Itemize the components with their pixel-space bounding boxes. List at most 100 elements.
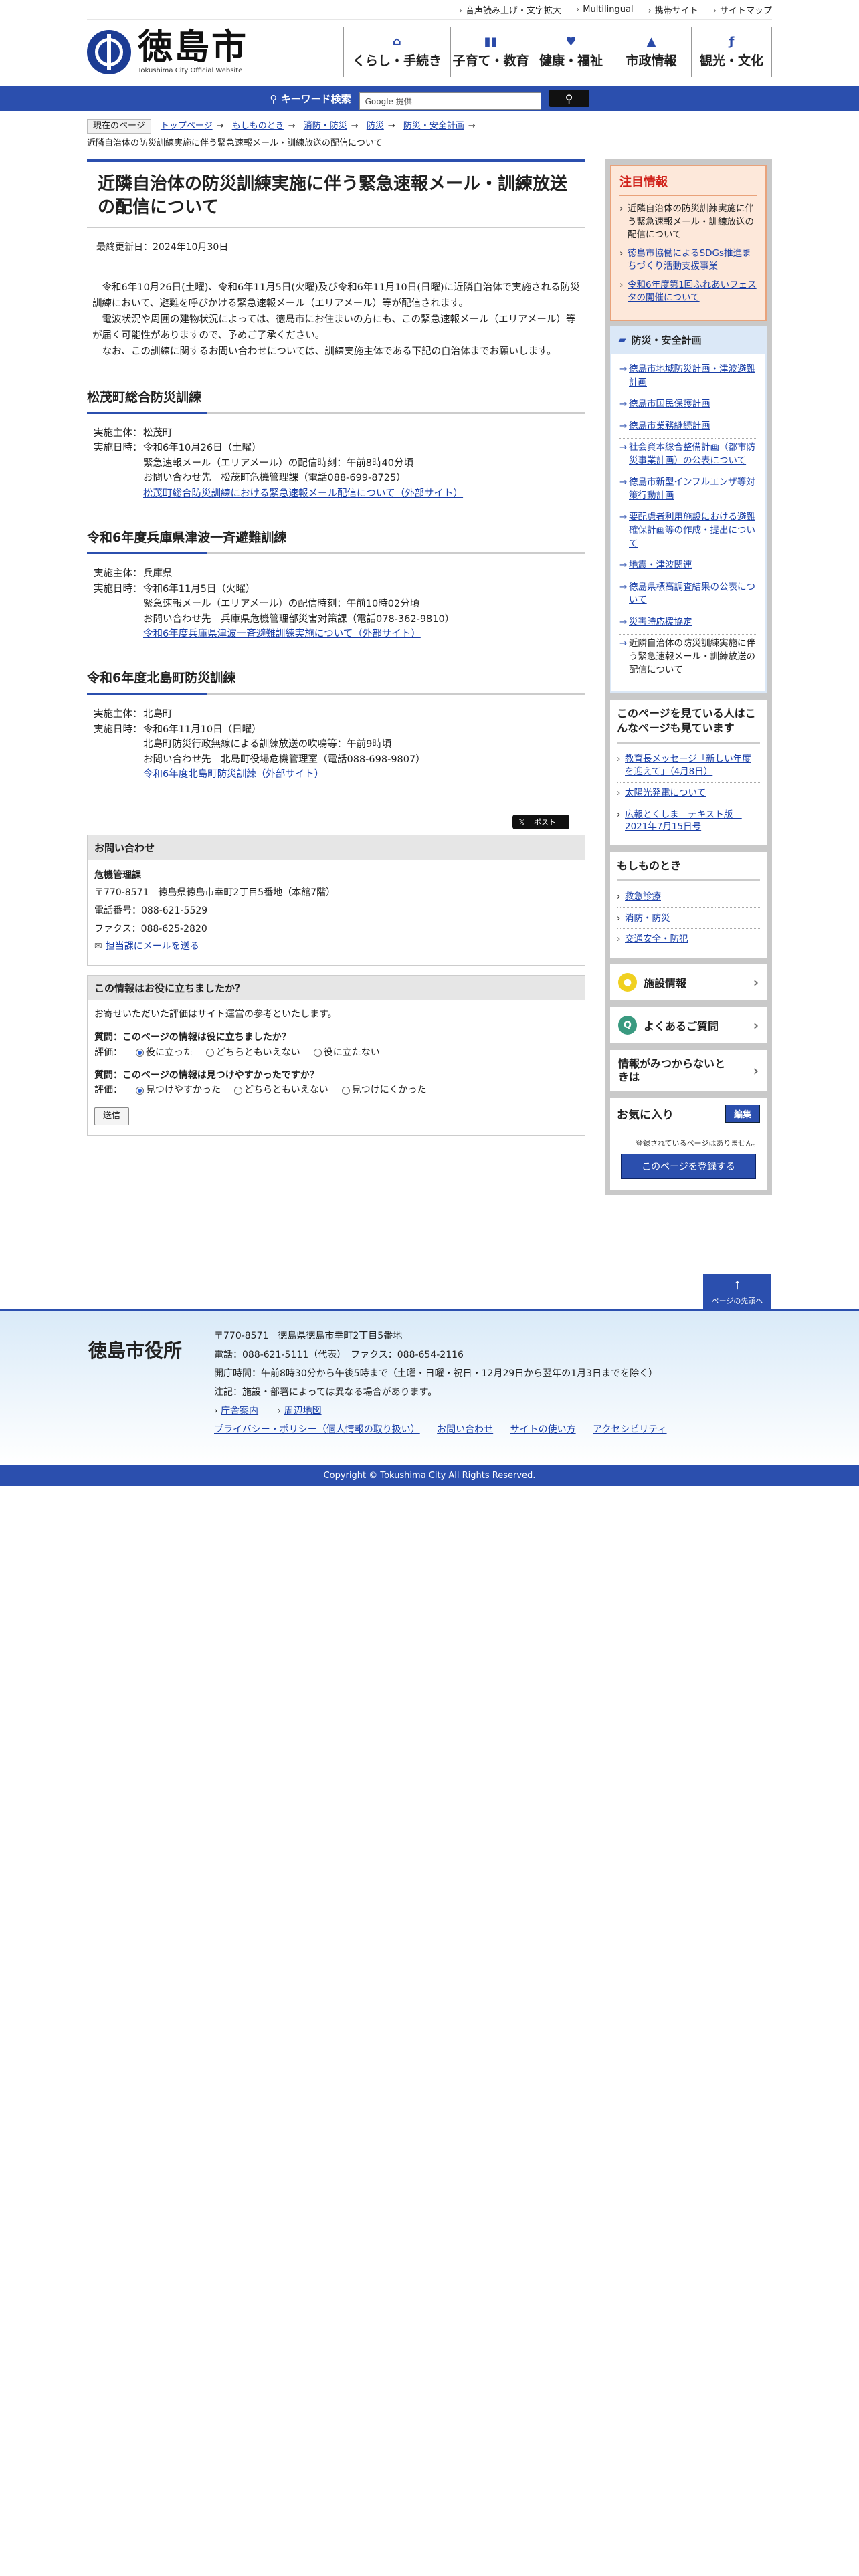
footer-link-map[interactable]: 周辺地図 xyxy=(284,1406,322,1416)
lead-paragraph: なお、この訓練に関するお問い合わせについては、訓練実施主体である下記の自治体まで… xyxy=(102,346,557,357)
last-updated: 最終更新日：2024年10月30日 xyxy=(96,242,229,253)
q2-option-easy[interactable]: 見つけやすかった xyxy=(136,1083,221,1097)
survey-title: この情報はお役に立ちましたか？ xyxy=(88,975,585,1000)
emergency-box: もしものとき 救急診療 消防・防災 交通安全・防犯 xyxy=(610,852,767,958)
link-mobile-site[interactable]: 携帯サイト xyxy=(648,3,698,16)
link-sitemap[interactable]: サイトマップ xyxy=(713,3,772,16)
category-item[interactable]: 徳島市地域防災計画・津波避難計画 xyxy=(629,364,755,388)
search-input[interactable]: Google 提供 xyxy=(359,92,541,110)
also-viewed-item[interactable]: 広報とくしま テキスト版 2021年7月15日号 xyxy=(625,809,742,833)
page-title: 近隣自治体の防災訓練実施に伴う緊急速報メール・訓練放送の配信について xyxy=(87,159,585,229)
site-footer: 徳島市役所 〒770-8571 徳島県徳島市幸町2丁目5番地 電話：088-62… xyxy=(0,1309,859,1465)
drill-host: 松茂町 xyxy=(143,427,173,439)
q2-option-neutral[interactable]: どちらともいえない xyxy=(234,1083,328,1097)
not-found-button[interactable]: 情報がみつからないときは xyxy=(610,1050,767,1092)
q1-option-useful[interactable]: 役に立った xyxy=(136,1045,193,1060)
site-logo[interactable]: 徳島市 Tokushima City Official Website xyxy=(87,30,268,74)
radio-selected[interactable] xyxy=(136,1086,144,1095)
breadcrumb-disaster[interactable]: 防災 xyxy=(367,121,395,131)
footer-note: 注記：施設・部署によっては異なる場合があります。 xyxy=(214,1387,438,1398)
gnav-health[interactable]: ♥ 健康・福祉 xyxy=(531,27,611,77)
global-nav: ⌂ くらし・手続き ▮▮ 子育て・教育 ♥ 健康・福祉 ▲ 市政情報 ƒ 観光・文化 xyxy=(343,27,772,77)
map-icon: ▰ xyxy=(618,334,626,346)
gnav-childcare[interactable]: ▮▮ 子育て・教育 xyxy=(451,27,531,77)
category-item[interactable]: 地震・津波関連 xyxy=(629,560,692,570)
x-post-button[interactable]: 𝕏 ポスト xyxy=(512,814,569,829)
breadcrumb-current: 近隣自治体の防災訓練実施に伴う緊急速報メール・訓練放送の配信について xyxy=(87,138,383,148)
house-icon: ⌂ xyxy=(393,34,401,49)
link-multilingual[interactable]: Multilingual xyxy=(576,5,633,15)
breadcrumb: 現在のページ トップページ もしものとき 消防・防災 防災 防災・安全計画 近隣… xyxy=(87,118,772,152)
faq-icon: Q xyxy=(618,1016,637,1035)
logo-subtitle: Tokushima City Official Website xyxy=(138,67,243,74)
gnav-tourism[interactable]: ƒ 観光・文化 xyxy=(692,27,772,77)
q1-option-neutral[interactable]: どちらともいえない xyxy=(206,1045,300,1060)
drill-date: 令和6年11月5日（火曜） xyxy=(143,583,256,595)
utility-links: 音声読み上げ・文字拡大 Multilingual 携帯サイト サイトマップ xyxy=(87,0,772,20)
survey-box: この情報はお役に立ちましたか？ お寄せいただいた評価はサイト運営の参考といたしま… xyxy=(87,974,585,1136)
category-item[interactable]: 要配慮者利用施設における避難確保計画等の作成・提出について xyxy=(629,512,755,548)
gnav-living[interactable]: ⌂ くらし・手続き xyxy=(344,27,451,77)
category-item[interactable]: 徳島市業務継続計画 xyxy=(629,421,710,431)
footer-link-howto[interactable]: サイトの使い方 xyxy=(510,1424,576,1435)
search-button[interactable]: ⚲ xyxy=(549,90,589,107)
link-accessibility-tools[interactable]: 音声読み上げ・文字拡大 xyxy=(459,3,561,16)
footer-link-accessibility[interactable]: アクセシビリティ xyxy=(593,1424,666,1435)
breadcrumb-fire-disaster[interactable]: 消防・防災 xyxy=(304,121,359,131)
drill-info: 緊急速報メール（エリアメール）の配信時刻：午前8時40分頃 xyxy=(143,457,413,469)
breadcrumb-top[interactable]: トップページ xyxy=(161,121,224,131)
also-viewed-box: このページを見ている人はこんなページも見ています 教育長メッセージ「新しい年度を… xyxy=(610,700,767,846)
breadcrumb-safety-plan[interactable]: 防災・安全計画 xyxy=(403,121,476,131)
radio[interactable] xyxy=(206,1048,214,1057)
q1-option-not-useful[interactable]: 役に立たない xyxy=(313,1045,380,1060)
emergency-title: もしものとき xyxy=(617,859,760,881)
site-header: 徳島市 Tokushima City Official Website ⌂ くらし… xyxy=(87,20,772,84)
footer-link-privacy[interactable]: プライバシー・ポリシー（個人情報の取り扱い） xyxy=(214,1424,420,1435)
favorites-register-button[interactable]: このページを登録する xyxy=(621,1154,756,1180)
section-heading-kitajima: 令和6年度北島町防災訓練 xyxy=(87,664,585,695)
favorites-edit-button[interactable]: 編集 xyxy=(725,1105,760,1123)
radio[interactable] xyxy=(341,1086,350,1095)
tourism-icon: ƒ xyxy=(729,34,735,49)
back-to-top-button[interactable]: ⭡ ページの先頭へ xyxy=(703,1274,771,1310)
radio[interactable] xyxy=(234,1086,242,1095)
contact-mail-link[interactable]: 担当課にメールを送る xyxy=(94,941,199,952)
gnav-municipal[interactable]: ▲ 市政情報 xyxy=(611,27,692,77)
faq-button[interactable]: Q よくあるご質問 xyxy=(610,1007,767,1044)
radio[interactable] xyxy=(313,1048,322,1057)
also-viewed-title: このページを見ている人はこんなページも見ています xyxy=(617,706,760,744)
survey-submit-button[interactable]: 送信 xyxy=(94,1107,130,1125)
drill-external-link[interactable]: 松茂町総合防災訓練における緊急速報メール配信について（外部サイト） xyxy=(143,488,463,499)
category-item[interactable]: 徳島県標高調査結果の公表について xyxy=(629,582,755,606)
emergency-item[interactable]: 交通安全・防犯 xyxy=(625,934,688,944)
category-item[interactable]: 徳島市国民保護計画 xyxy=(629,399,710,409)
footer-link-contact[interactable]: お問い合わせ xyxy=(437,1424,493,1435)
notice-item-current: 近隣自治体の防災訓練実施に伴う緊急速報メール・訓練放送の配信について xyxy=(619,203,757,242)
section-heading-matsushige: 松茂町総合防災訓練 xyxy=(87,383,585,414)
category-nav: ▰ 防災・安全計画 徳島市地域防災計画・津波避難計画 徳島市国民保護計画 徳島市業… xyxy=(610,326,767,693)
survey-question-1: 質問：このページの情報は役に立ちましたか？ xyxy=(94,1032,291,1043)
also-viewed-item[interactable]: 太陽光発電について xyxy=(625,788,706,798)
heart-icon: ♥ xyxy=(565,34,577,49)
category-item[interactable]: 災害時応援協定 xyxy=(629,617,692,627)
footer-link-office-guide[interactable]: 庁舎案内 xyxy=(221,1406,258,1416)
q2-option-hard[interactable]: 見つけにくかった xyxy=(341,1083,426,1097)
facility-button[interactable]: ● 施設情報 xyxy=(610,964,767,1001)
search-icon: ⚲ xyxy=(565,92,573,105)
notice-item-festa[interactable]: 令和6年度第1回ふれあいフェスタの開催について xyxy=(628,280,757,304)
drill-external-link[interactable]: 令和6年度兵庫県津波一斉避難訓練実施について（外部サイト） xyxy=(143,629,421,639)
drill-detail: 実施主体： 北島町 実施日時： 令和6年11月10日（日曜） 北島町防災行政無線によ… xyxy=(94,707,579,782)
footer-hours: 開庁時間：午前8時30分から午後5時まで（土曜・日曜・祝日・12月29日から翌年… xyxy=(214,1368,658,1379)
category-item[interactable]: 徳島市新型インフルエンザ等対策行動計画 xyxy=(629,477,755,501)
drill-external-link[interactable]: 令和6年度北島町防災訓練（外部サイト） xyxy=(143,769,324,780)
radio-selected[interactable] xyxy=(136,1048,144,1057)
notice-item-sdgs[interactable]: 徳島市協働によるSDGs推進まちづくり活動支援事業 xyxy=(628,248,751,272)
contact-address: 〒770-8571 徳島県徳島市幸町2丁目5番地（本館7階） xyxy=(94,887,336,899)
category-item[interactable]: 社会資本総合整備計画（都市防災事業計画）の公表について xyxy=(629,442,755,466)
contact-tel: 電話番号：088-621-5529 xyxy=(94,905,208,917)
also-viewed-item[interactable]: 教育長メッセージ「新しい年度を迎えて」（4月8日） xyxy=(625,754,751,777)
emergency-item[interactable]: 救急診療 xyxy=(625,891,661,902)
emergency-item[interactable]: 消防・防災 xyxy=(625,913,670,924)
breadcrumb-emergency[interactable]: もしものとき xyxy=(232,121,296,131)
city-emblem-icon xyxy=(87,30,131,74)
